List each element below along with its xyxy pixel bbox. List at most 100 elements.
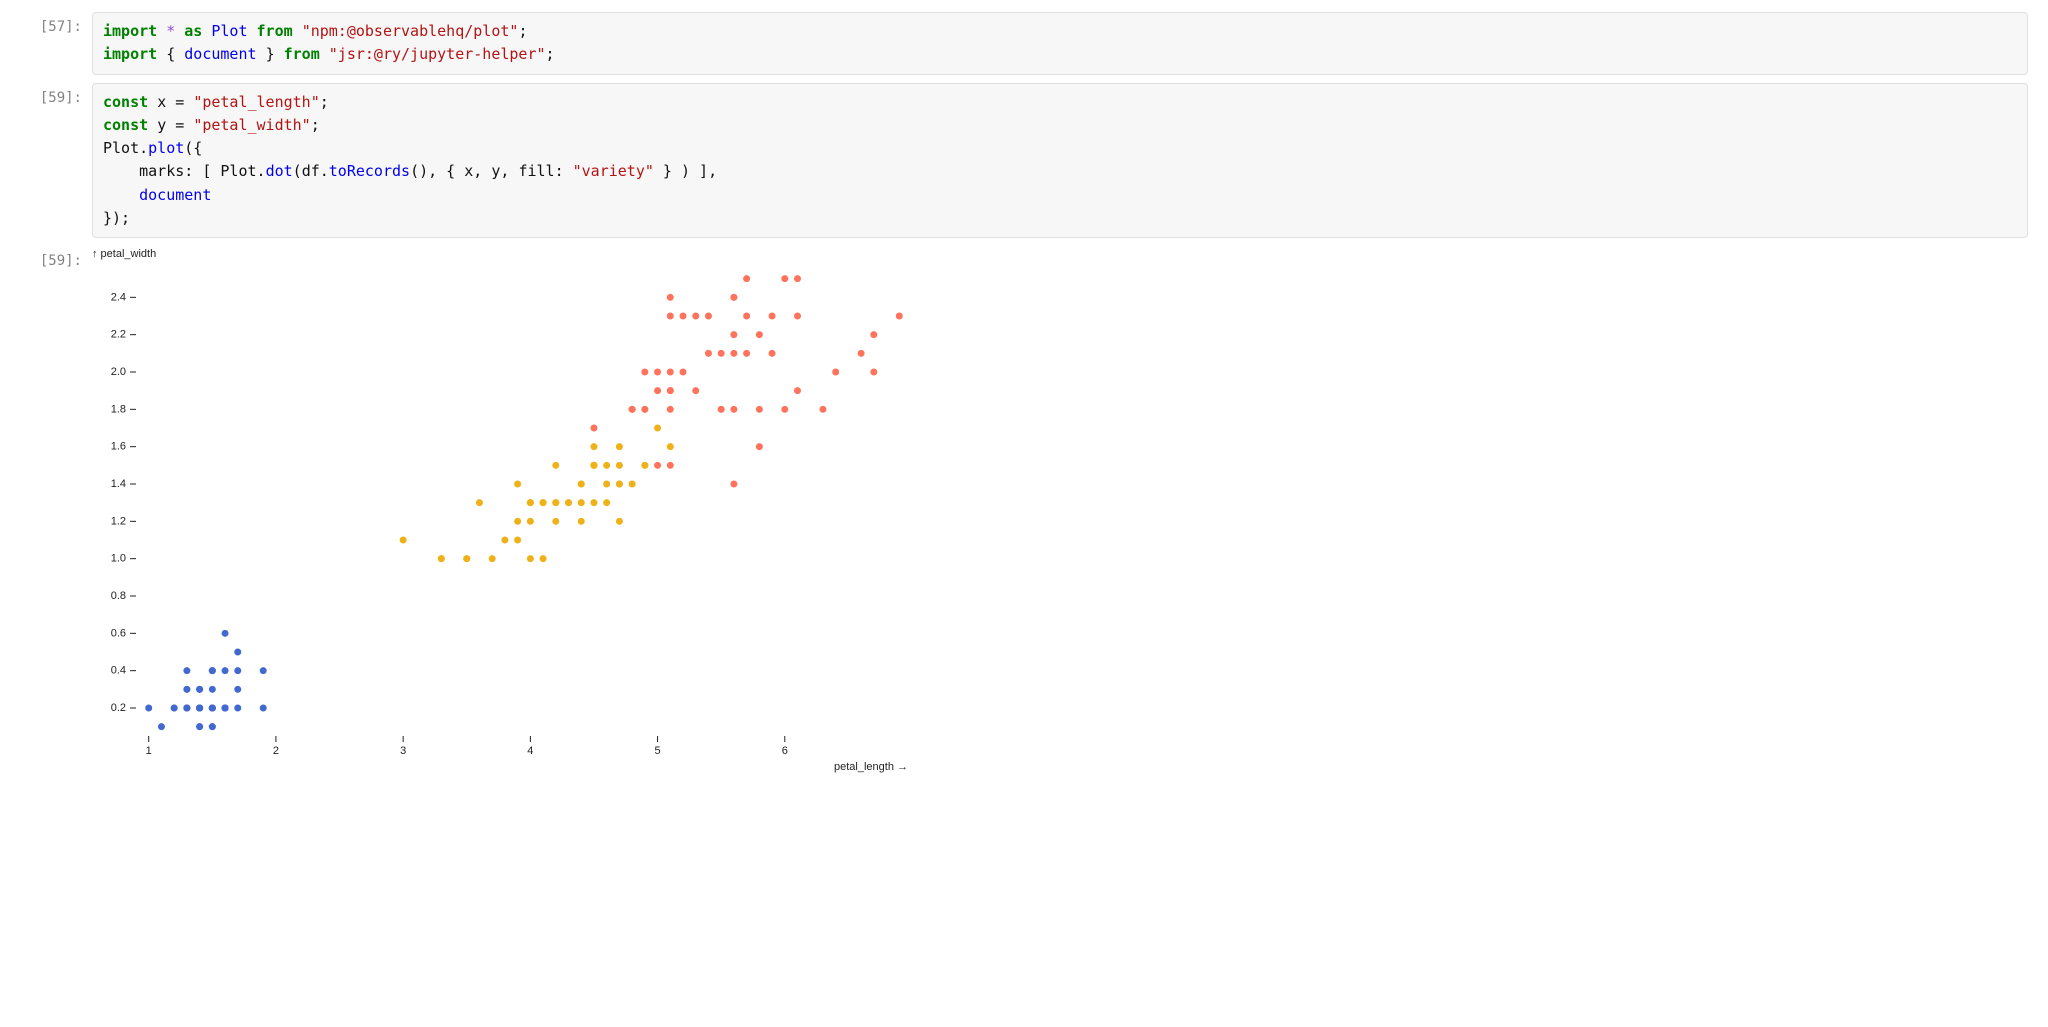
code-input[interactable]: import * as Plot from "npm:@observablehq… [92, 12, 2028, 75]
ident-plot: Plot [211, 22, 247, 40]
dot-virginica [705, 313, 712, 320]
dot-versicolor [527, 499, 534, 506]
x-tick-label: 2 [273, 745, 279, 757]
dot-virginica [730, 331, 737, 338]
keyword-as: as [184, 22, 202, 40]
y-tick-label: 2.2 [111, 329, 126, 341]
dot-virginica [743, 313, 750, 320]
dot-virginica [667, 369, 674, 376]
y-tick-label: 1.2 [111, 515, 126, 527]
dot-setosa [183, 686, 190, 693]
dot-virginica [667, 406, 674, 413]
dot-versicolor [514, 481, 521, 488]
dot-setosa [171, 705, 178, 712]
dot-versicolor [603, 462, 610, 469]
dot-setosa [209, 705, 216, 712]
dot-setosa [209, 723, 216, 730]
dot-versicolor [578, 499, 585, 506]
dot-virginica [756, 443, 763, 450]
dot-setosa [234, 705, 241, 712]
dot-setosa [196, 723, 203, 730]
dot-versicolor [552, 499, 559, 506]
dot-setosa [222, 705, 229, 712]
code-input[interactable]: const x = "petal_length"; const y = "pet… [92, 83, 2028, 239]
dot-versicolor [540, 555, 547, 562]
dot-setosa [260, 705, 267, 712]
x-tick-label: 1 [146, 745, 152, 757]
x-tick-label: 3 [400, 745, 406, 757]
dot-virginica [896, 313, 903, 320]
dot-setosa [196, 686, 203, 693]
dot-setosa [209, 686, 216, 693]
keyword-from: from [284, 45, 320, 63]
dot-setosa [222, 667, 229, 674]
dot-setosa [145, 705, 152, 712]
dot-virginica [756, 406, 763, 413]
code-cell-57: [57]: import * as Plot from "npm:@observ… [20, 12, 2028, 75]
dot-versicolor [476, 499, 483, 506]
dot-setosa [260, 667, 267, 674]
dot-virginica [629, 406, 636, 413]
dot-versicolor [527, 555, 534, 562]
dot-setosa [222, 630, 229, 637]
dot-virginica [641, 406, 648, 413]
y-tick-label: 1.4 [111, 478, 126, 490]
dot-virginica [730, 481, 737, 488]
dot-versicolor [667, 443, 674, 450]
dot-virginica [730, 294, 737, 301]
dot-setosa [234, 667, 241, 674]
dot-versicolor [616, 518, 623, 525]
dot-virginica [667, 313, 674, 320]
keyword-import: import [103, 22, 157, 40]
dot-versicolor [540, 499, 547, 506]
dot-virginica [870, 369, 877, 376]
dot-virginica [692, 313, 699, 320]
code-cell-59: [59]: const x = "petal_length"; const y … [20, 83, 2028, 239]
dot-virginica [794, 387, 801, 394]
dot-virginica [769, 313, 776, 320]
x-tick-label: 5 [655, 745, 661, 757]
dot-virginica [794, 275, 801, 282]
keyword-from: from [257, 22, 293, 40]
dot-virginica [730, 350, 737, 357]
dot-versicolor [603, 481, 610, 488]
dot-virginica [832, 369, 839, 376]
y-tick-label: 0.6 [111, 627, 126, 639]
dot-setosa [158, 723, 165, 730]
ident-document: document [184, 45, 256, 63]
dot-virginica [769, 350, 776, 357]
dot-versicolor [654, 425, 661, 432]
dot-virginica [794, 313, 801, 320]
dot-virginica [718, 406, 725, 413]
dot-setosa [209, 667, 216, 674]
dot-virginica [667, 462, 674, 469]
y-tick-label: 2.4 [111, 291, 126, 303]
dot-virginica [743, 350, 750, 357]
output-prompt: [59]: [20, 246, 92, 776]
dot-setosa [183, 667, 190, 674]
dot-versicolor [400, 537, 407, 544]
dot-virginica [692, 387, 699, 394]
dot-versicolor [489, 555, 496, 562]
y-tick-label: 1.8 [111, 403, 126, 415]
y-tick-label: 1.0 [111, 553, 126, 565]
dot-versicolor [514, 518, 521, 525]
input-prompt: [59]: [20, 83, 92, 239]
dot-versicolor [463, 555, 470, 562]
dot-versicolor [578, 481, 585, 488]
dot-setosa [196, 705, 203, 712]
y-tick-label: 1.6 [111, 441, 126, 453]
dot-versicolor [616, 443, 623, 450]
y-tick-label: 0.4 [111, 665, 126, 677]
dot-virginica [654, 387, 661, 394]
y-tick-label: 2.0 [111, 366, 126, 378]
dot-virginica [680, 369, 687, 376]
y-axis-label: ↑ petal_width [92, 248, 156, 260]
dot-setosa [234, 686, 241, 693]
y-tick-label: 0.8 [111, 590, 126, 602]
dot-virginica [870, 331, 877, 338]
dot-setosa [234, 649, 241, 656]
x-tick-label: 6 [782, 745, 788, 757]
plot-output: ↑ petal_width0.20.40.60.81.01.21.41.61.8… [92, 246, 2028, 776]
output-cell-59: [59]: ↑ petal_width0.20.40.60.81.01.21.4… [20, 246, 2028, 776]
